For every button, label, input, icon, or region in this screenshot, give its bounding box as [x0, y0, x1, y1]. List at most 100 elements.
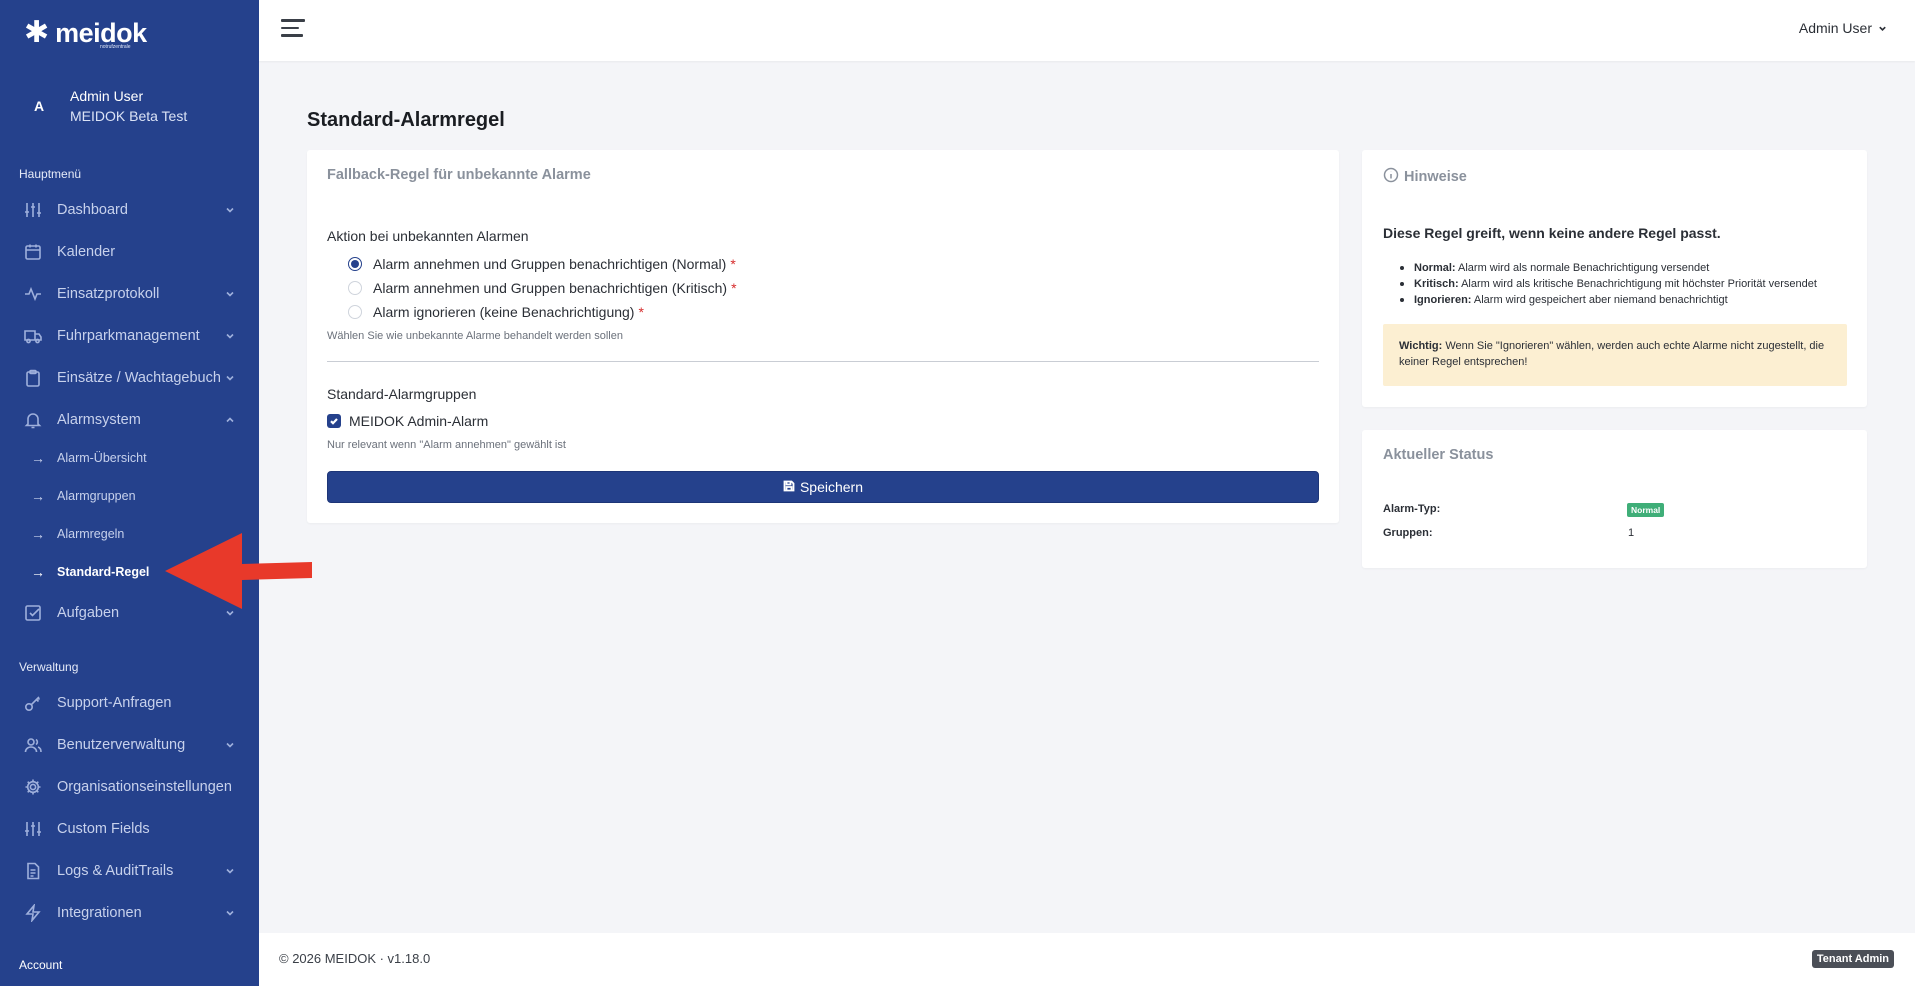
- radio-button[interactable]: [348, 305, 362, 319]
- card-title: Fallback-Regel für unbekannte Alarme: [327, 167, 591, 183]
- hints-title-label: Hinweise: [1404, 169, 1467, 185]
- action-label: Aktion bei unbekannten Alarmen: [327, 228, 529, 244]
- sidebar-subitem-label: Alarm-Übersicht: [57, 451, 147, 465]
- lightning-icon: [24, 904, 42, 922]
- sidebar-item-benutzerverwaltung[interactable]: Benutzerverwaltung: [0, 725, 259, 765]
- sidebar-item-logs[interactable]: Logs & AuditTrails: [0, 851, 259, 891]
- sidebar-item-dashboard[interactable]: Dashboard: [0, 190, 259, 230]
- user-menu-label: Admin User: [1798, 20, 1872, 36]
- warning-box: Wichtig: Wenn Sie "Ignorieren" wählen, w…: [1383, 324, 1847, 386]
- gear-icon: [24, 778, 42, 796]
- radio-label: Alarm annehmen und Gruppen benachrichtig…: [373, 256, 727, 272]
- groups-help-text: Nur relevant wenn "Alarm annehmen" gewäh…: [327, 439, 566, 451]
- user-organization: MEIDOK Beta Test: [70, 108, 188, 124]
- sidebar-item-label: Organisationseinstellungen: [57, 779, 232, 795]
- chevron-down-icon: [225, 864, 237, 876]
- checkbox-checked[interactable]: [327, 414, 341, 428]
- sidebar-item-label: Custom Fields: [57, 821, 150, 837]
- radio-label: Alarm ignorieren (keine Benachrichtigung…: [373, 304, 635, 320]
- arrow-right-icon: →: [31, 450, 45, 466]
- save-icon: [783, 479, 795, 495]
- status-card-title: Aktueller Status: [1383, 447, 1494, 463]
- sidebar-item-label: Einsatzprotokoll: [57, 286, 160, 302]
- sidebar-item-label: Logs & AuditTrails: [57, 863, 174, 879]
- sidebar-item-alarmsystem[interactable]: Alarmsystem: [0, 400, 259, 440]
- radio-option-normal[interactable]: Alarm annehmen und Gruppen benachrichtig…: [348, 256, 736, 272]
- warning-term: Wichtig:: [1399, 340, 1443, 352]
- sidebar-item-label: Aufgaben: [57, 605, 120, 621]
- sliders-icon: [24, 820, 42, 838]
- bullet-term: Normal:: [1414, 262, 1456, 274]
- section-label-admin: Verwaltung: [19, 660, 79, 674]
- sidebar-account-link[interactable]: Account: [19, 958, 62, 972]
- users-icon: [24, 736, 42, 754]
- arrow-right-icon: →: [31, 488, 45, 504]
- radio-option-kritisch[interactable]: Alarm annehmen und Gruppen benachrichtig…: [348, 280, 737, 296]
- chevron-down-icon: [225, 203, 237, 215]
- sidebar-subitem-label: Alarmregeln: [57, 527, 125, 541]
- role-badge: Tenant Admin: [1811, 950, 1894, 968]
- groups-count-value: 1: [1628, 527, 1635, 539]
- sidebar-item-label: Support-Anfragen: [57, 695, 172, 711]
- arrow-right-icon: →: [31, 526, 45, 542]
- avatar: A: [33, 98, 45, 114]
- sidebar-item-einsaetze[interactable]: Einsätze / Wachtagebuch: [0, 358, 259, 398]
- sidebar-subitem-label: Alarmgruppen: [57, 489, 136, 503]
- asterisk-logo-icon: ✱: [24, 16, 50, 49]
- action-help-text: Wählen Sie wie unbekannte Alarme behande…: [327, 330, 623, 342]
- brand-tagline: notrufzentrale: [100, 44, 131, 50]
- document-icon: [24, 862, 42, 880]
- sidebar-user[interactable]: A Admin User MEIDOK Beta Test: [22, 86, 187, 126]
- menu-toggle-icon[interactable]: [281, 19, 305, 39]
- sidebar-subitem-alarm-uebersicht[interactable]: → Alarm-Übersicht: [0, 442, 259, 474]
- required-marker: *: [731, 280, 737, 296]
- bullet-text: Alarm wird gespeichert aber niemand bena…: [1473, 294, 1728, 306]
- key-icon: [24, 694, 42, 712]
- sidebar-item-label: Benutzerverwaltung: [57, 737, 186, 753]
- rule-summary: Diese Regel greift, wenn keine andere Re…: [1383, 225, 1721, 241]
- chevron-down-icon: [225, 738, 237, 750]
- sidebar-item-label: Kalender: [57, 244, 116, 260]
- list-item: Ignorieren: Alarm wird gespeichert aber …: [1395, 292, 1817, 308]
- brand-logo[interactable]: ✱ meidok notrufzentrale: [24, 16, 147, 51]
- sidebar-item-custom-fields[interactable]: Custom Fields: [0, 809, 259, 849]
- hints-list: Normal: Alarm wird als normale Benachric…: [1395, 260, 1817, 308]
- radio-button[interactable]: [348, 257, 362, 271]
- sidebar-item-support-anfragen[interactable]: Support-Anfragen: [0, 683, 259, 723]
- sidebar-subitem-alarmgruppen[interactable]: → Alarmgruppen: [0, 480, 259, 512]
- hints-title: Hinweise: [1383, 167, 1467, 187]
- required-marker: *: [730, 256, 736, 272]
- truck-icon: [24, 327, 42, 345]
- sidebar-item-label: Integrationen: [57, 905, 142, 921]
- list-item: Normal: Alarm wird als normale Benachric…: [1395, 260, 1817, 276]
- info-icon: [1383, 167, 1399, 187]
- user-menu[interactable]: Admin User: [1799, 20, 1887, 36]
- radio-button[interactable]: [348, 281, 362, 295]
- groups-label: Standard-Alarmgruppen: [327, 386, 477, 402]
- sidebar-item-kalender[interactable]: Kalender: [0, 232, 259, 272]
- calendar-icon: [24, 243, 42, 261]
- chevron-down-icon: [225, 329, 237, 341]
- arrow-right-icon: →: [31, 564, 45, 580]
- sidebar: ✱ meidok notrufzentrale A Admin User MEI…: [0, 0, 259, 986]
- sidebar-item-label: Alarmsystem: [57, 412, 141, 428]
- sidebar-item-fuhrparkmanagement[interactable]: Fuhrparkmanagement: [0, 316, 259, 356]
- bullet-text: Alarm wird als normale Benachrichtigung …: [1458, 262, 1710, 274]
- chevron-down-icon: [225, 906, 237, 918]
- sidebar-item-label: Einsätze / Wachtagebuch: [57, 370, 221, 386]
- bullet-term: Ignorieren:: [1414, 294, 1472, 306]
- top-bar: Admin User: [259, 0, 1915, 61]
- save-button[interactable]: Speichern: [327, 471, 1319, 503]
- bullet-text: Alarm wird als kritische Benachrichtigun…: [1461, 278, 1817, 290]
- group-checkbox-row[interactable]: MEIDOK Admin-Alarm: [327, 413, 488, 429]
- sidebar-item-integrationen[interactable]: Integrationen: [0, 893, 259, 933]
- copyright: © 2026 MEIDOK · v1.18.0: [279, 951, 431, 966]
- sidebar-item-einsatzprotokoll[interactable]: Einsatzprotokoll: [0, 274, 259, 314]
- sidebar-item-organisationseinstellungen[interactable]: Organisationseinstellungen: [0, 767, 259, 807]
- chevron-down-icon: [1878, 20, 1887, 36]
- checkbox-label: MEIDOK Admin-Alarm: [349, 413, 489, 429]
- radio-label: Alarm annehmen und Gruppen benachrichtig…: [373, 280, 728, 296]
- save-button-label: Speichern: [799, 479, 864, 495]
- clipboard-icon: [24, 369, 42, 387]
- radio-option-ignorieren[interactable]: Alarm ignorieren (keine Benachrichtigung…: [348, 304, 644, 320]
